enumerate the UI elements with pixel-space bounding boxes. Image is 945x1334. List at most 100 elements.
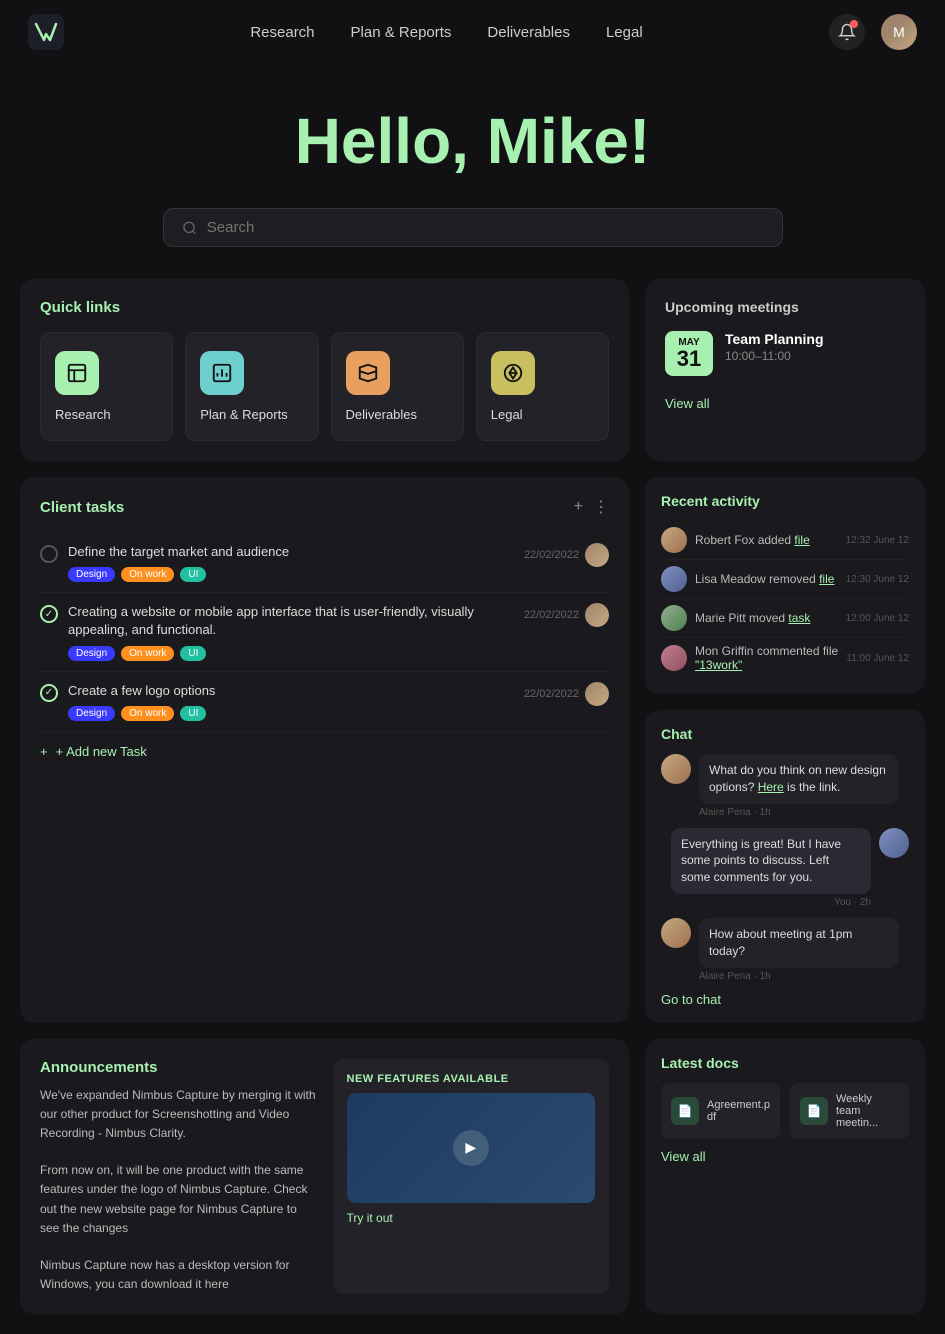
chat-text-3: How about meeting at 1pm today? <box>699 918 899 968</box>
try-it-link[interactable]: Try it out <box>347 1211 596 1225</box>
main-grid: Quick links Research Plan & Reports Deli… <box>0 279 945 461</box>
tasks-title: Client tasks <box>40 499 124 516</box>
chat-text-2: Everything is great! But I have some poi… <box>671 828 871 894</box>
meetings-view-all[interactable]: View all <box>665 396 905 411</box>
chat-sender-2: You · 2h <box>671 897 871 908</box>
task-date-1: 22/02/2022 <box>524 549 579 561</box>
list-item: Lisa Meadow removed file 12:30 June 12 <box>661 560 909 599</box>
tag-design-1: Design <box>68 567 115 582</box>
chat-avatar-3 <box>661 918 691 948</box>
announce-text-2: From now on, it will be one product with… <box>40 1161 317 1238</box>
meeting-info: Team Planning 10:00–11:00 <box>725 331 824 363</box>
task-row-1: Define the target market and audience De… <box>40 543 609 582</box>
tag-ui-3: UI <box>180 706 206 721</box>
chat-message-3: How about meeting at 1pm today? Alaire P… <box>661 918 909 982</box>
task-tags-1: Design On work UI <box>68 567 514 582</box>
doc-item-1[interactable]: 📄 Agreement.pdf <box>661 1083 780 1139</box>
tasks-actions: + ⋮ <box>574 497 609 517</box>
add-task-label: + Add new Task <box>56 744 147 759</box>
chat-bubble-3-wrap: How about meeting at 1pm today? Alaire P… <box>699 918 899 982</box>
tag-onwork-3: On work <box>121 706 174 721</box>
ql-legal-label: Legal <box>491 407 523 422</box>
search-input[interactable] <box>207 219 764 236</box>
table-row: Create a few logo options Design On work… <box>40 672 609 732</box>
activity-time-1: 12:32 June 12 <box>846 535 909 546</box>
chat-message-1: What do you think on new design options?… <box>661 754 909 818</box>
tag-design-2: Design <box>68 646 115 661</box>
quick-links-grid: Research Plan & Reports Deliverables Leg… <box>40 332 609 441</box>
quick-link-research[interactable]: Research <box>40 332 173 441</box>
bottom-row: Announcements We've expanded Nimbus Capt… <box>0 1039 945 1315</box>
activity-avatar-2 <box>661 566 687 592</box>
notification-button[interactable] <box>829 14 865 50</box>
activity-text-4: Mon Griffin commented file "13work" <box>695 644 838 672</box>
task-avatar-1 <box>585 543 609 567</box>
task-meta-3: 22/02/2022 <box>524 682 609 706</box>
doc-name-2: Weekly team meetin... <box>836 1093 899 1129</box>
meetings-card: Upcoming meetings May 31 Team Planning 1… <box>645 279 925 461</box>
announce-left: Announcements We've expanded Nimbus Capt… <box>40 1059 317 1295</box>
list-item: Mon Griffin commented file "13work" 11:0… <box>661 638 909 678</box>
quick-links-card: Quick links Research Plan & Reports Deli… <box>20 279 629 461</box>
chat-message-2: Everything is great! But I have some poi… <box>661 828 909 908</box>
ql-legal-icon <box>491 351 535 395</box>
list-item: Robert Fox added file 12:32 June 12 <box>661 521 909 560</box>
task-text-1: Define the target market and audience <box>68 544 289 559</box>
quick-link-legal[interactable]: Legal <box>476 332 609 441</box>
announcements-card: Announcements We've expanded Nimbus Capt… <box>20 1039 629 1315</box>
nav-legal[interactable]: Legal <box>606 24 643 41</box>
play-button[interactable]: ▶ <box>453 1130 489 1166</box>
search-bar <box>163 208 783 247</box>
task-text-wrap-1: Define the target market and audience De… <box>68 543 514 582</box>
meeting-day: 31 <box>675 348 703 370</box>
add-task-button[interactable]: + <box>574 497 583 517</box>
tag-ui-2: UI <box>180 646 206 661</box>
doc-item-2[interactable]: 📄 Weekly team meetin... <box>790 1083 909 1139</box>
tag-design-3: Design <box>68 706 115 721</box>
ql-plan-icon <box>200 351 244 395</box>
activity-text-1: Robert Fox added file <box>695 533 838 547</box>
task-meta-1: 22/02/2022 <box>524 543 609 567</box>
nav-deliverables[interactable]: Deliverables <box>487 24 570 41</box>
add-task-icon: + <box>40 744 48 759</box>
task-date-2: 22/02/2022 <box>524 609 579 621</box>
user-avatar[interactable]: M <box>881 14 917 50</box>
activity-time-4: 11:00 June 12 <box>846 653 909 664</box>
announce-title: Announcements <box>40 1059 317 1076</box>
chat-avatar-1 <box>661 754 691 784</box>
doc-name-1: Agreement.pdf <box>707 1099 770 1123</box>
ql-plan-label: Plan & Reports <box>200 407 287 422</box>
task-check-3[interactable] <box>40 684 58 702</box>
task-text-wrap-2: Creating a website or mobile app interfa… <box>68 603 514 660</box>
ql-deliverables-icon <box>346 351 390 395</box>
docs-view-all[interactable]: View all <box>661 1149 909 1164</box>
meeting-name: Team Planning <box>725 331 824 347</box>
navbar: Research Plan & Reports Deliverables Leg… <box>0 0 945 64</box>
search-wrap <box>0 208 945 247</box>
notification-dot <box>850 20 858 28</box>
activity-avatar-4 <box>661 645 687 671</box>
tag-onwork-2: On work <box>121 646 174 661</box>
docs-grid: 📄 Agreement.pdf 📄 Weekly team meetin... <box>661 1083 909 1139</box>
tag-onwork-1: On work <box>121 567 174 582</box>
tasks-header: Client tasks + ⋮ <box>40 497 609 517</box>
nav-research[interactable]: Research <box>250 24 314 41</box>
nav-plan-reports[interactable]: Plan & Reports <box>351 24 452 41</box>
add-task-link[interactable]: + + Add new Task <box>40 744 609 759</box>
ql-deliverables-label: Deliverables <box>346 407 418 422</box>
meeting-item: May 31 Team Planning 10:00–11:00 <box>665 331 905 376</box>
activity-title: Recent activity <box>661 493 909 509</box>
ql-research-label: Research <box>55 407 111 422</box>
quick-link-deliverables[interactable]: Deliverables <box>331 332 464 441</box>
task-meta-2: 22/02/2022 <box>524 603 609 627</box>
task-check-2[interactable] <box>40 605 58 623</box>
tasks-more-button[interactable]: ⋮ <box>593 497 609 517</box>
logo[interactable] <box>28 14 64 50</box>
chat-link-1[interactable]: Here <box>758 780 784 794</box>
quick-link-plan-reports[interactable]: Plan & Reports <box>185 332 318 441</box>
logo-icon <box>28 14 64 50</box>
goto-chat-link[interactable]: Go to chat <box>661 992 909 1007</box>
second-row: Client tasks + ⋮ Define the target marke… <box>0 477 945 1023</box>
task-check-1[interactable] <box>40 545 58 563</box>
task-date-3: 22/02/2022 <box>524 688 579 700</box>
